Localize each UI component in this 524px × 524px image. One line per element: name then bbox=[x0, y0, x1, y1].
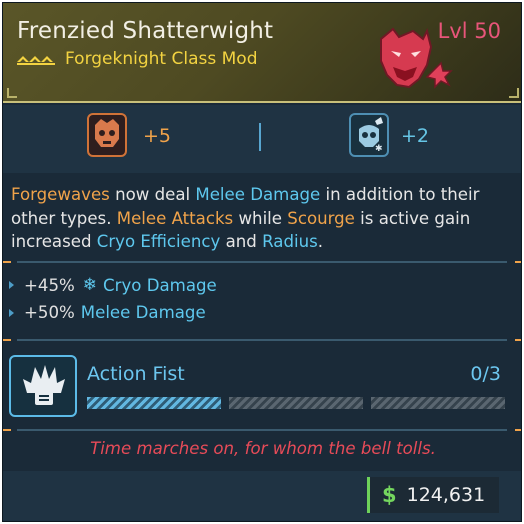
desc-keyword: Scourge bbox=[287, 208, 355, 228]
svg-text:✱: ✱ bbox=[375, 144, 383, 154]
augment-icon-box[interactable] bbox=[9, 355, 77, 417]
demon-head-icon bbox=[380, 27, 453, 89]
stat-label: Melee Damage bbox=[80, 303, 206, 322]
skill-bonus-1[interactable] bbox=[87, 113, 127, 157]
flavor-text: Time marches on, for whom the bell tolls… bbox=[90, 439, 436, 458]
augment-pip-empty bbox=[229, 397, 363, 409]
augment-name: Action Fist bbox=[87, 363, 185, 385]
desc-keyword: Radius bbox=[262, 232, 318, 251]
separator-dash bbox=[515, 429, 521, 431]
skill-bonus-2-value: +2 bbox=[401, 125, 430, 147]
separator-dash bbox=[515, 261, 521, 263]
forge-skull-icon bbox=[95, 119, 119, 147]
stat-value: +45% bbox=[24, 275, 75, 295]
price-value: 124,631 bbox=[406, 484, 486, 506]
separator-dash bbox=[3, 429, 11, 431]
desc-text: while bbox=[233, 208, 288, 228]
desc-text: and bbox=[220, 232, 263, 251]
rarity-chevrons-icon bbox=[17, 56, 55, 65]
separator-dash bbox=[3, 261, 11, 263]
fist-icon bbox=[23, 365, 65, 405]
stat-line-1: +45% ❄ Cryo Damage bbox=[9, 275, 217, 295]
header-corner-left bbox=[7, 88, 17, 98]
augment-pip-empty bbox=[371, 397, 505, 409]
header-corner-right bbox=[509, 88, 519, 98]
desc-keyword: Melee Attacks bbox=[116, 208, 234, 228]
skill-bonus-2[interactable]: ✱ bbox=[349, 113, 389, 157]
desc-text: . bbox=[317, 232, 324, 251]
separator-dash bbox=[3, 339, 11, 341]
separator bbox=[17, 339, 507, 341]
stat-label: Cryo Damage bbox=[103, 275, 217, 295]
separator bbox=[17, 261, 507, 263]
price-box: $ 124,631 bbox=[367, 477, 499, 513]
skill-bonus-row: +5 ✱ +2 bbox=[3, 105, 521, 173]
bullet-icon bbox=[9, 308, 14, 317]
desc-keyword: Cryo Efficiency bbox=[96, 232, 221, 251]
desc-keyword: Melee Damage bbox=[195, 185, 321, 204]
skills-divider bbox=[259, 123, 261, 151]
separator bbox=[17, 429, 507, 431]
item-description: Forgewaves now deal Melee Damage in addi… bbox=[11, 183, 511, 254]
item-header: Frenzied Shatterwight Forgeknight Class … bbox=[3, 3, 521, 103]
item-card: Frenzied Shatterwight Forgeknight Class … bbox=[2, 2, 522, 522]
separator-dash bbox=[515, 339, 521, 341]
item-class-type: Forgeknight Class Mod bbox=[65, 49, 258, 69]
snowflake-icon: ❄ bbox=[82, 275, 98, 295]
stat-value: +50% bbox=[24, 303, 75, 322]
desc-keyword: Forgewaves bbox=[11, 185, 110, 204]
bullet-icon bbox=[9, 281, 14, 289]
stat-line-2: +50% Melee Damage bbox=[9, 303, 206, 322]
item-type-row: Forgeknight Class Mod bbox=[17, 49, 257, 69]
item-name: Frenzied Shatterwight bbox=[17, 18, 274, 44]
skill-bonus-1-value: +5 bbox=[143, 125, 172, 147]
augment-pip-filled bbox=[87, 397, 221, 409]
augment-progress: 0/3 bbox=[470, 363, 501, 385]
ice-skull-icon: ✱ bbox=[359, 117, 383, 154]
dollar-icon: $ bbox=[382, 483, 397, 507]
item-footer: $ 124,631 bbox=[3, 471, 521, 521]
desc-text: now deal bbox=[109, 185, 196, 204]
